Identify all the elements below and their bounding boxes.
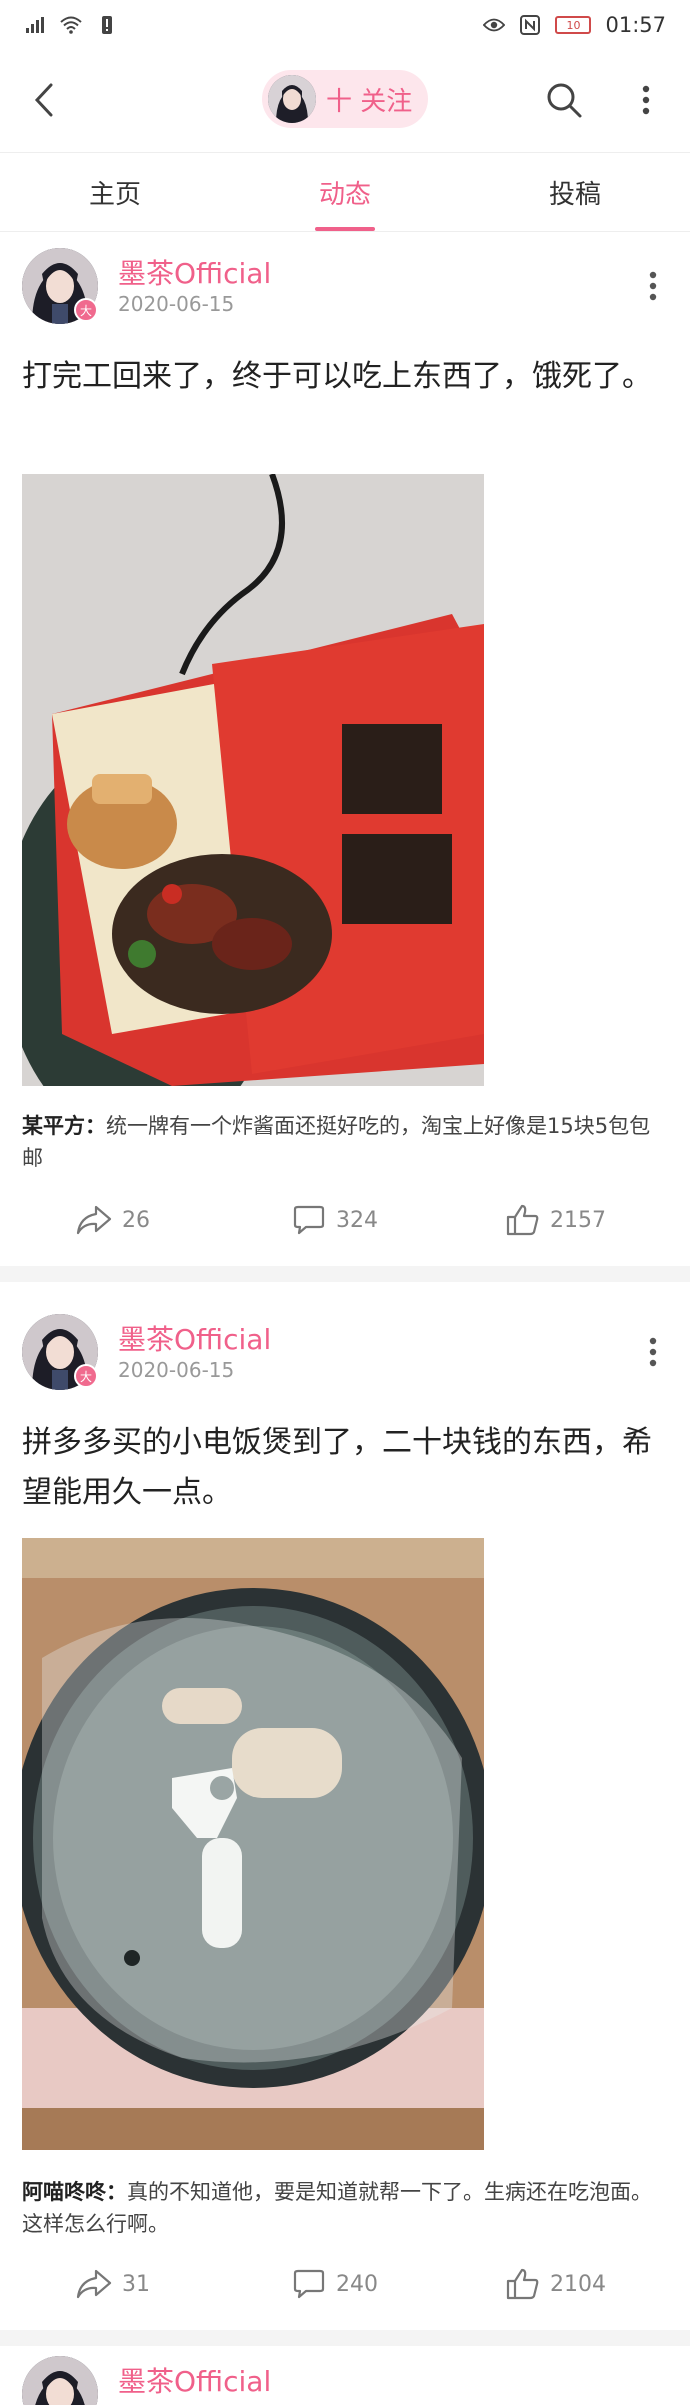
post-header: 大 墨茶Official 2020-06-15 (22, 248, 668, 328)
more-vertical-icon (649, 271, 657, 301)
like-button[interactable]: 2104 (506, 2254, 606, 2314)
comment-icon (293, 2269, 325, 2299)
thumbs-up-icon (506, 2268, 539, 2300)
post-body: 打完工回来了，终于可以吃上东西了，饿死了。 (22, 359, 652, 394)
alert-icon (96, 15, 118, 35)
rice-cooker-image (22, 1538, 484, 2150)
avatar (268, 75, 316, 123)
post-card: 墨茶Official (0, 2346, 690, 2405)
comment-count: 324 (336, 1207, 378, 1233)
post-image[interactable] (22, 474, 484, 1086)
post-divider (0, 2330, 690, 2346)
share-count: 26 (122, 1207, 150, 1233)
top-nav-bar: 十 关注 (0, 50, 690, 150)
post-actions: 31 240 2104 (0, 2254, 690, 2314)
tab-dynamics[interactable]: 动态 (230, 153, 460, 231)
wifi-icon (60, 15, 82, 35)
post-image[interactable] (22, 1538, 484, 2150)
search-button[interactable] (542, 78, 586, 122)
comment-button[interactable]: 324 (292, 1190, 378, 1250)
nfc-icon (519, 15, 541, 35)
post-date: 2020-06-15 (118, 292, 235, 316)
tab-submissions[interactable]: 投稿 (460, 153, 690, 231)
clock: 01:57 (605, 13, 666, 37)
post-author[interactable]: 墨茶Official (118, 2360, 271, 2400)
share-button[interactable]: 26 (76, 1190, 150, 1250)
signal-icon (24, 15, 46, 35)
noodle-package-image (22, 474, 484, 1086)
official-badge-icon: 大 (74, 298, 98, 322)
post-author[interactable]: 墨茶Official (118, 252, 271, 292)
more-vertical-icon (642, 85, 650, 115)
post-author[interactable]: 墨茶Official (118, 1318, 271, 1358)
eye-icon (483, 15, 506, 35)
comment-count: 240 (336, 2271, 378, 2297)
search-icon (547, 83, 582, 118)
avatar[interactable] (22, 2356, 98, 2405)
comment-user[interactable]: 阿喵咚咚： (22, 2180, 127, 2204)
thumbs-up-icon (506, 1204, 539, 1236)
profile-tabs: 主页 动态 投稿 (0, 152, 690, 232)
post-more-button[interactable] (638, 268, 668, 304)
comment-text: 统一牌有一个炸酱面还挺好吃的，淘宝上好像是15块5包包邮 (22, 1114, 651, 1170)
post-actions: 26 324 2157 (0, 1190, 690, 1250)
share-count: 31 (122, 2271, 150, 2297)
battery-icon: 10 (555, 16, 592, 34)
share-button[interactable]: 31 (76, 2254, 150, 2314)
like-count: 2104 (550, 2271, 606, 2297)
post-card: 大 墨茶Official 2020-06-15 打完工回来了，终于可以吃上东西了… (0, 234, 690, 1264)
post-date: 2020-06-15 (118, 1358, 235, 1382)
post-body: 拼多多买的小电饭煲到了，二十块钱的东西，希望能用久一点。 (22, 1425, 652, 1510)
more-options-button[interactable] (628, 78, 664, 122)
follow-label: 十 关注 (326, 86, 413, 117)
comment-button[interactable]: 240 (292, 2254, 378, 2314)
more-vertical-icon (649, 1337, 657, 1367)
post-card: 大 墨茶Official 2020-06-15 拼多多买的小电饭煲到了，二十块钱… (0, 1300, 690, 2330)
follow-button[interactable]: 十 关注 (262, 70, 428, 128)
post-divider (0, 1266, 690, 1282)
top-comment[interactable]: 阿喵咚咚：真的不知道他，要是知道就帮一下了。生病还在吃泡面。这样怎么行啊。 (22, 2176, 668, 2240)
chevron-left-icon (34, 83, 53, 117)
share-icon (76, 1205, 112, 1235)
tab-home[interactable]: 主页 (0, 153, 230, 231)
like-button[interactable]: 2157 (506, 1190, 606, 1250)
comment-icon (293, 1205, 325, 1235)
post-more-button[interactable] (638, 1334, 668, 1370)
post-header: 墨茶Official (22, 2356, 668, 2405)
comment-user[interactable]: 某平方： (22, 1114, 106, 1138)
official-badge-icon: 大 (74, 1364, 98, 1388)
share-icon (76, 2269, 112, 2299)
post-header: 大 墨茶Official 2020-06-15 (22, 1314, 668, 1394)
top-comment[interactable]: 某平方：统一牌有一个炸酱面还挺好吃的，淘宝上好像是15块5包包邮 (22, 1110, 668, 1174)
like-count: 2157 (550, 1207, 606, 1233)
back-button[interactable] (22, 78, 66, 122)
status-bar: 10 01:57 (0, 0, 690, 50)
